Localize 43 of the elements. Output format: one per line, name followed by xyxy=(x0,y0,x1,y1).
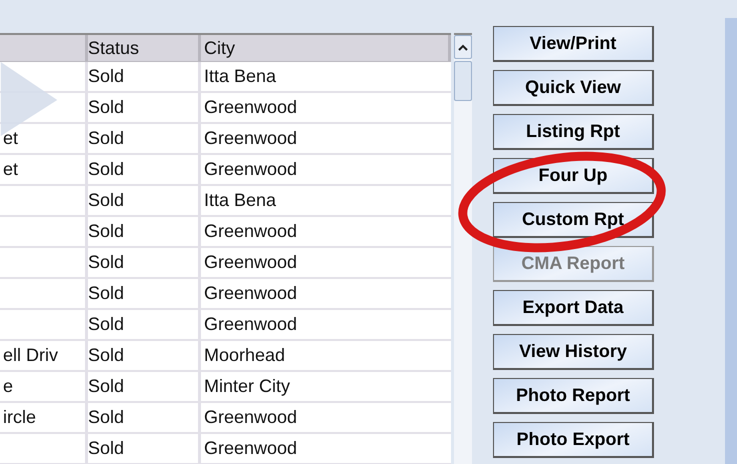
table-cell-text: Itta Bena xyxy=(203,189,278,212)
table-cell: et xyxy=(0,155,88,184)
action-button[interactable]: View/Print xyxy=(493,26,654,62)
scroll-up-button[interactable] xyxy=(454,35,472,59)
table-cell: Sold xyxy=(88,217,201,246)
action-button[interactable]: Export Data xyxy=(493,290,654,326)
action-button[interactable]: Photo Report xyxy=(493,378,654,414)
table-cell: ell Driv xyxy=(0,341,88,370)
column-header[interactable]: Status xyxy=(88,35,201,61)
table-cell-text: Greenwood xyxy=(203,437,298,460)
table-cell-text: Moorhead xyxy=(203,344,286,367)
table-cell: Sold xyxy=(88,62,201,91)
action-button[interactable]: View History xyxy=(493,334,654,370)
table-cell-text: Greenwood xyxy=(203,406,298,429)
table-cell: Sold xyxy=(88,341,201,370)
table-cell: Sold xyxy=(88,434,201,463)
table-cell-text: Greenwood xyxy=(203,127,298,150)
table-cell: e xyxy=(0,372,88,401)
table-cell: Sold xyxy=(88,279,201,308)
action-button[interactable]: Custom Rpt xyxy=(493,202,654,238)
caret-icon xyxy=(458,44,468,50)
table-cell: Sold xyxy=(88,403,201,432)
action-button[interactable]: Listing Rpt xyxy=(493,114,654,150)
table-cell-text: Greenwood xyxy=(203,158,298,181)
table-cell-text: Greenwood xyxy=(203,313,298,336)
table-cell-text: Greenwood xyxy=(203,251,298,274)
table-cell-text: Greenwood xyxy=(203,282,298,305)
table-cell: Sold xyxy=(88,372,201,401)
table-cell-text: Itta Bena xyxy=(203,65,278,88)
table-cell-text: Greenwood xyxy=(203,220,298,243)
table-cell: Sold xyxy=(88,124,201,153)
action-button[interactable]: Photo Export xyxy=(493,422,654,458)
table-cell-text: Minter City xyxy=(203,375,292,398)
table-cell: Sold xyxy=(88,248,201,277)
action-button[interactable]: Quick View xyxy=(493,70,654,106)
table-cell: ircle xyxy=(0,403,88,432)
table-cell: Sold xyxy=(88,93,201,122)
table-cell: Sold xyxy=(88,155,201,184)
table-cell: Sold xyxy=(88,310,201,339)
table-cell-text: Greenwood xyxy=(203,96,298,119)
table-cell: Sold xyxy=(88,186,201,215)
column-header[interactable]: City xyxy=(201,35,452,61)
scroll-thumb[interactable] xyxy=(454,61,472,101)
